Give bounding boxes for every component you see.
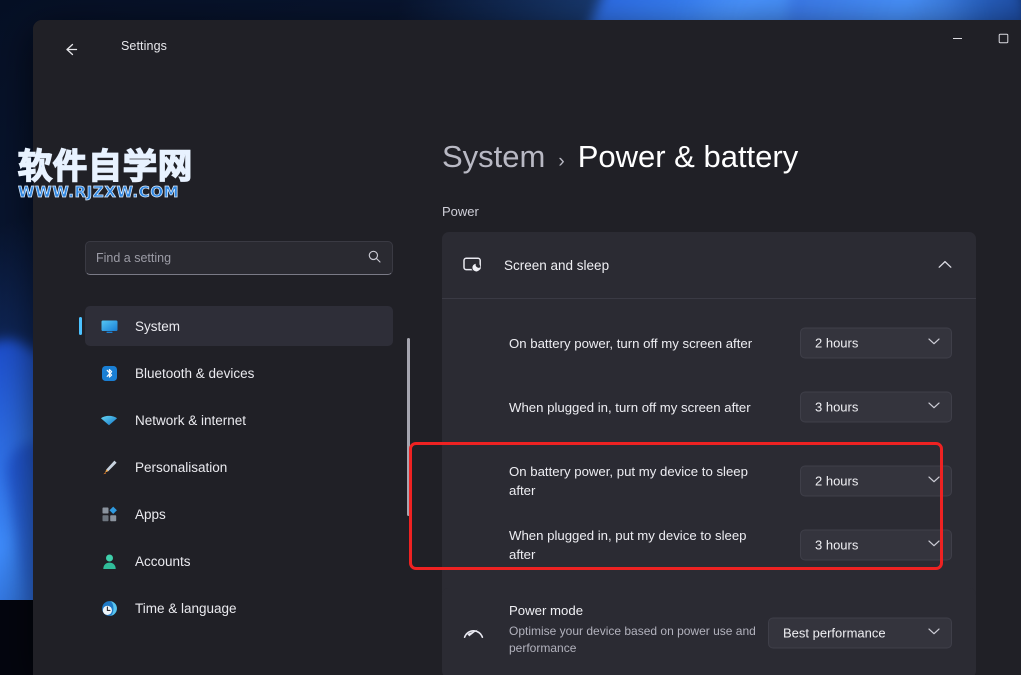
sidebar-item-apps[interactable]: Apps [85, 494, 393, 534]
gauge-icon [442, 588, 504, 675]
dropdown-plugged-sleep[interactable]: 3 hours [800, 530, 952, 561]
title-bar: Settings [33, 20, 1021, 76]
navigation-sidebar: System Bluetooth & devices [33, 76, 407, 675]
setting-label: On battery power, put my device to sleep… [509, 462, 759, 500]
person-icon [95, 552, 123, 571]
sidebar-item-system[interactable]: System [85, 306, 393, 346]
chevron-down-icon [928, 402, 940, 413]
breadcrumb-current: Power & battery [578, 139, 799, 175]
dropdown-value: 2 hours [815, 474, 858, 489]
breadcrumb: System › Power & battery [442, 139, 798, 175]
sidebar-item-bluetooth-devices[interactable]: Bluetooth & devices [85, 353, 393, 393]
setting-row-battery-screen-off: On battery power, turn off my screen aft… [442, 311, 976, 375]
app-title: Settings [121, 39, 167, 53]
dropdown-value: 2 hours [815, 336, 858, 351]
sidebar-item-label: Network & internet [135, 413, 246, 428]
search-box[interactable] [85, 241, 393, 275]
power-mode-subtitle: Optimise your device based on power use … [509, 623, 757, 657]
search-icon [367, 249, 382, 267]
screen-and-sleep-title: Screen and sleep [504, 258, 609, 273]
setting-label: On battery power, turn off my screen aft… [509, 334, 759, 353]
setting-label: When plugged in, turn off my screen afte… [509, 398, 759, 417]
power-mode-card: Power mode Optimise your device based on… [442, 588, 976, 675]
chevron-down-icon [928, 628, 940, 639]
screen-sleep-icon [442, 254, 504, 277]
setting-row-plugged-screen-off: When plugged in, turn off my screen afte… [442, 375, 976, 439]
sidebar-item-time-language[interactable]: Time & language [85, 588, 393, 628]
sidebar-item-personalisation[interactable]: Personalisation [85, 447, 393, 487]
chevron-down-icon [928, 540, 940, 551]
search-input[interactable] [96, 251, 367, 265]
sidebar-item-label: Bluetooth & devices [135, 366, 254, 381]
section-label: Power [442, 204, 479, 219]
setting-row-battery-sleep: On battery power, put my device to sleep… [442, 449, 976, 513]
monitor-icon [95, 317, 123, 336]
sidebar-item-label: Personalisation [135, 460, 227, 475]
back-button[interactable] [55, 34, 85, 64]
breadcrumb-separator-icon: › [558, 151, 564, 173]
sidebar-item-label: System [135, 319, 180, 334]
sidebar-item-network-internet[interactable]: Network & internet [85, 400, 393, 440]
paintbrush-icon [95, 458, 123, 477]
wifi-icon [95, 410, 123, 430]
sidebar-item-label: Accounts [135, 554, 191, 569]
bluetooth-icon [95, 364, 123, 383]
divider [442, 298, 976, 299]
dropdown-value: 3 hours [815, 400, 858, 415]
maximize-button[interactable] [980, 20, 1021, 56]
dropdown-power-mode[interactable]: Best performance [768, 618, 952, 649]
screen-and-sleep-card: Screen and sleep On battery power, turn … [442, 232, 976, 602]
content-pane: System › Power & battery Power Screen an… [409, 76, 1021, 675]
dropdown-battery-sleep[interactable]: 2 hours [800, 466, 952, 497]
dropdown-value: 3 hours [815, 538, 858, 553]
chevron-down-icon [928, 338, 940, 349]
dropdown-plugged-screen-off[interactable]: 3 hours [800, 392, 952, 423]
sidebar-item-accounts[interactable]: Accounts [85, 541, 393, 581]
dropdown-value: Best performance [783, 626, 886, 641]
chevron-up-icon[interactable] [938, 258, 952, 272]
minimize-button[interactable] [934, 20, 980, 56]
breadcrumb-parent[interactable]: System [442, 139, 545, 175]
dropdown-battery-screen-off[interactable]: 2 hours [800, 328, 952, 359]
sidebar-item-label: Time & language [135, 601, 237, 616]
power-mode-title: Power mode [509, 603, 583, 618]
apps-icon [95, 505, 123, 524]
window-body: System Bluetooth & devices [33, 76, 1021, 675]
setting-label: When plugged in, put my device to sleep … [509, 526, 759, 564]
chevron-down-icon [928, 476, 940, 487]
settings-window: Settings [33, 20, 1021, 675]
screen-and-sleep-header[interactable]: Screen and sleep [442, 232, 976, 298]
sidebar-item-label: Apps [135, 507, 166, 522]
clock-globe-icon [95, 599, 123, 618]
setting-row-plugged-sleep: When plugged in, put my device to sleep … [442, 513, 976, 577]
